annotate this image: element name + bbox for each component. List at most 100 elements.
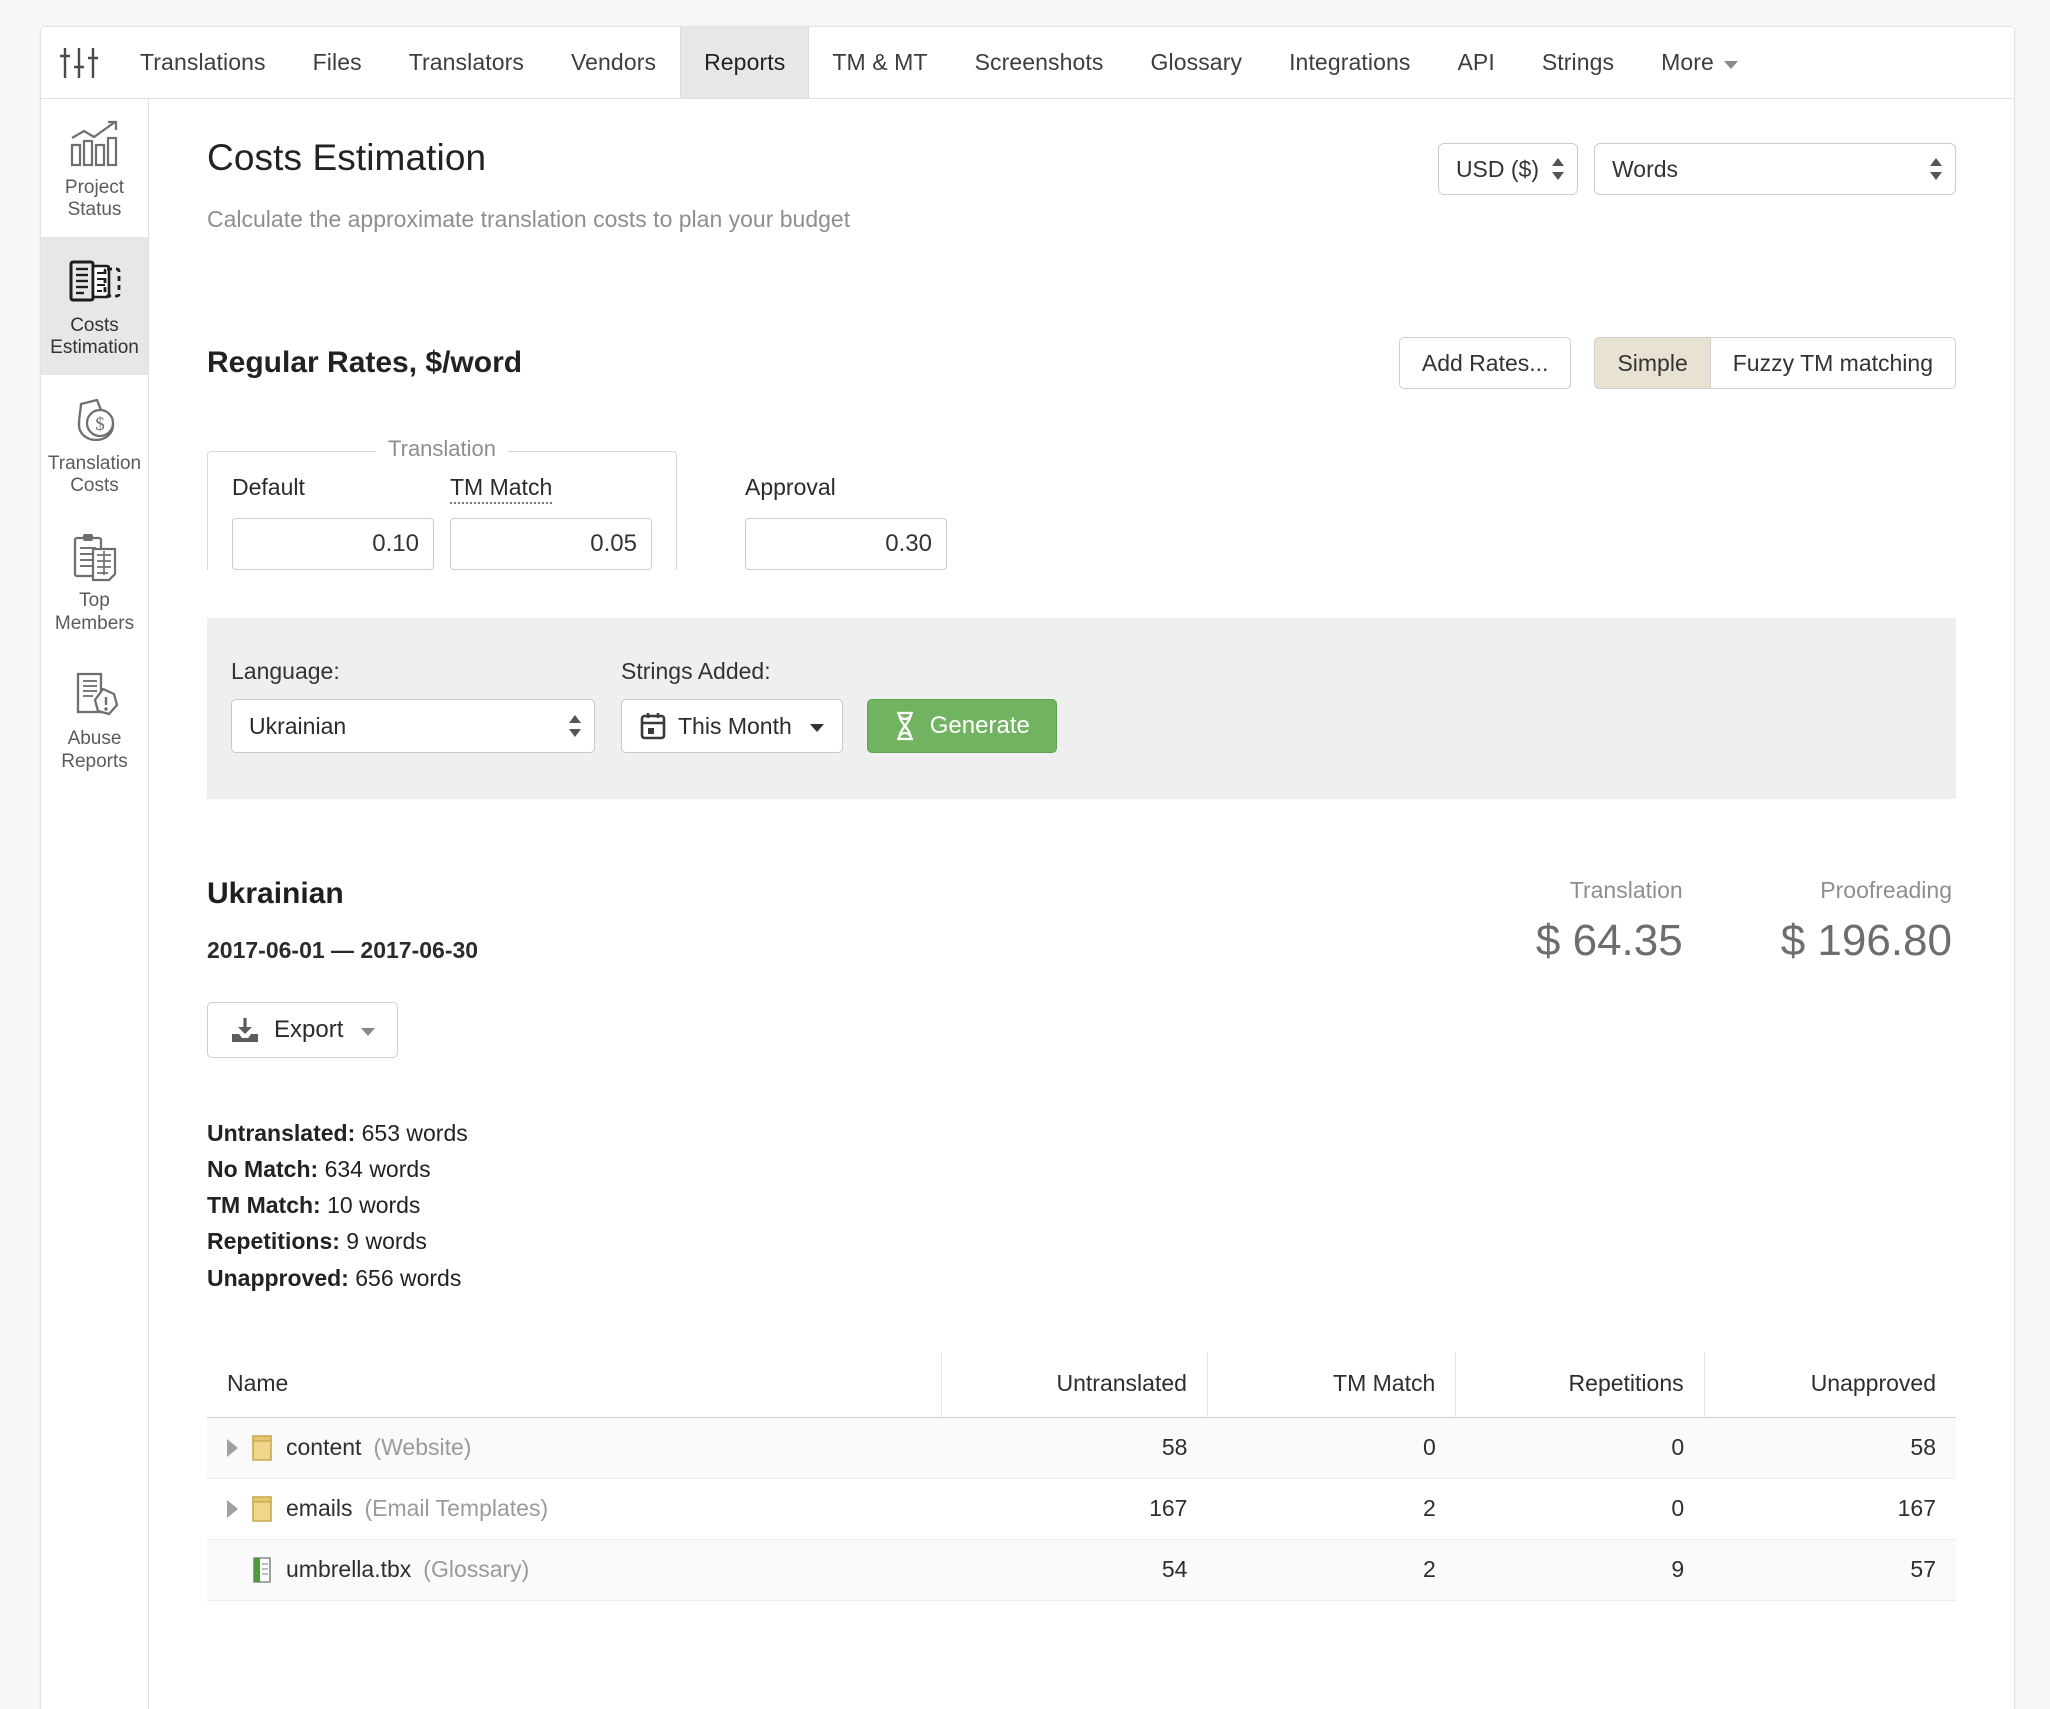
table-cell-repetitions: 0 (1455, 1478, 1705, 1540)
total-translation-label: Translation (1569, 877, 1683, 903)
rates-fields: Translation Default TM Match (207, 436, 1956, 570)
stat-no-match-label: No Match: (207, 1156, 319, 1183)
rates-mode-fuzzy-button[interactable]: Fuzzy TM matching (1709, 337, 1956, 389)
language-filter-group: Language: Ukrainian (231, 658, 595, 753)
sidebar-label-top-members-line1: Top (79, 590, 110, 612)
stat-untranslated-value: 653 words (361, 1120, 468, 1146)
folder-icon (250, 1434, 274, 1462)
stat-untranslated: Untranslated: 653 words (207, 1120, 1956, 1147)
rate-input-default[interactable] (232, 518, 434, 570)
top-navigation: Translations Files Translators Vendors R… (41, 27, 2014, 99)
nav-more-label: More (1661, 49, 1714, 75)
language-select[interactable]: Ukrainian (231, 699, 595, 753)
column-header-repetitions[interactable]: Repetitions (1455, 1351, 1705, 1418)
chevron-down-icon (1723, 60, 1738, 69)
rate-label-tm-match: TM Match (450, 474, 553, 504)
nav-item-translations[interactable]: Translations (117, 27, 290, 98)
nav-item-tm-mt[interactable]: TM & MT (809, 27, 951, 98)
sidebar-item-costs-estimation[interactable]: Costs Estimation (41, 236, 148, 375)
sidebar-label-abuse-reports-line1: Abuse (67, 728, 122, 750)
app-card: Translations Files Translators Vendors R… (40, 26, 2015, 1709)
nav-item-integrations[interactable]: Integrations (1266, 27, 1434, 98)
download-inbox-icon (230, 1016, 260, 1044)
stat-no-match-value: 634 words (324, 1156, 431, 1183)
documents-estimate-icon (45, 253, 144, 311)
rate-field-default: Default (232, 474, 434, 570)
rate-input-tm-match[interactable] (450, 518, 652, 570)
totals-row: Translation $ 64.35 Proofreading $ 196.8… (1536, 877, 1956, 966)
strings-added-dropdown[interactable]: This Month (621, 699, 843, 753)
sidebar-item-abuse-reports[interactable]: Abuse Reports (41, 650, 148, 788)
table-cell-untranslated: 54 (941, 1539, 1208, 1601)
rate-label-default: Default (232, 474, 305, 500)
page-subtitle: Calculate the approximate translation co… (207, 206, 851, 232)
total-proofreading-value: $ 196.80 (1780, 916, 1952, 965)
sidebar-item-top-members[interactable]: Top Members (41, 512, 148, 650)
calendar-icon (640, 712, 666, 740)
sidebar-label-costs-estimation-line1: Costs (70, 314, 119, 336)
expand-triangle-icon[interactable] (227, 1499, 238, 1518)
spinner-arrows-icon (1552, 156, 1564, 182)
rate-field-tm-match: TM Match (450, 474, 652, 570)
export-button[interactable]: Export (207, 1002, 399, 1058)
column-header-name[interactable]: Name (207, 1351, 942, 1418)
column-header-untranslated[interactable]: Untranslated (941, 1351, 1208, 1418)
sliders-icon[interactable] (41, 27, 117, 98)
add-rates-button[interactable]: Add Rates... (1398, 337, 1572, 389)
expand-triangle-icon[interactable] (227, 1438, 238, 1457)
table-row[interactable]: content (Website) 58 0 0 58 (207, 1417, 1956, 1479)
nav-item-strings[interactable]: Strings (1519, 27, 1638, 98)
total-proofreading-label: Proofreading (1820, 877, 1952, 903)
nav-item-files[interactable]: Files (290, 27, 386, 98)
result-language: Ukrainian (207, 877, 344, 910)
page-title: Costs Estimation (207, 137, 487, 178)
stat-unapproved-label: Unapproved: (207, 1264, 349, 1291)
strings-added-value: This Month (678, 712, 792, 739)
unit-select[interactable]: Words (1594, 143, 1956, 195)
language-select-value: Ukrainian (249, 712, 347, 739)
result-stats: Untranslated: 653 words No Match: 634 wo… (207, 1120, 1956, 1292)
app-window: Translations Files Translators Vendors R… (0, 0, 2050, 1709)
table-cell-name-kind: (Glossary) (423, 1556, 530, 1583)
table-row[interactable]: umbrella.tbx (Glossary) 54 2 9 57 (207, 1539, 1956, 1601)
nav-item-translators[interactable]: Translators (386, 27, 548, 98)
table-cell-tm-match: 2 (1207, 1539, 1456, 1601)
rate-field-approval: Approval (745, 474, 947, 570)
rates-mode-toggle: Simple Fuzzy TM matching (1594, 337, 1956, 389)
report-filters-panel: Language: Ukrainian Strings Added: This … (207, 618, 1956, 799)
unit-select-value: Words (1612, 155, 1679, 182)
sidebar-label-costs-estimation-line2: Estimation (50, 337, 139, 359)
table-header-row: Name Untranslated TM Match Repetitions U… (207, 1351, 1956, 1418)
stat-tm-match-label: TM Match: (207, 1192, 321, 1219)
currency-select[interactable]: USD ($) (1437, 143, 1578, 195)
result-date-range: 2017-06-01 — 2017-06-30 (207, 937, 479, 963)
stat-repetitions-value: 9 words (346, 1228, 427, 1255)
sidebar-label-translation-costs-line1: Translation (47, 452, 142, 474)
table-cell-repetitions: 0 (1455, 1417, 1705, 1479)
table-cell-unapproved: 167 (1704, 1478, 1956, 1540)
chevron-down-icon (361, 1028, 376, 1036)
generate-button-label: Generate (929, 712, 1030, 739)
nav-item-vendors[interactable]: Vendors (548, 27, 680, 98)
sidebar-label-project-status-line1: Project (64, 177, 125, 198)
nav-item-api[interactable]: API (1434, 27, 1518, 98)
svg-text:$: $ (95, 414, 105, 435)
column-header-unapproved[interactable]: Unapproved (1703, 1351, 1956, 1418)
rate-label-approval: Approval (745, 474, 836, 500)
table-row[interactable]: emails (Email Templates) 167 2 0 167 (207, 1478, 1956, 1540)
stat-tm-match: TM Match: 10 words (207, 1192, 1956, 1219)
sidebar-item-translation-costs[interactable]: $ Translation Costs (41, 375, 148, 513)
rates-mode-simple-button[interactable]: Simple (1594, 337, 1710, 389)
export-button-label: Export (274, 1016, 344, 1043)
sidebar-label-translation-costs-line2: Costs (70, 475, 119, 497)
rate-input-approval[interactable] (745, 518, 947, 570)
nav-item-reports[interactable]: Reports (680, 27, 810, 98)
nav-item-more[interactable]: More (1638, 27, 1762, 98)
generate-button[interactable]: Generate (866, 699, 1057, 753)
stat-tm-match-value: 10 words (327, 1192, 421, 1219)
sidebar-item-project-status[interactable]: Project Status (41, 99, 148, 237)
nav-item-screenshots[interactable]: Screenshots (952, 27, 1128, 98)
nav-item-glossary[interactable]: Glossary (1128, 27, 1267, 98)
column-header-tm-match[interactable]: TM Match (1206, 1351, 1456, 1418)
sidebar-label-project-status-line2: Status (67, 199, 122, 221)
